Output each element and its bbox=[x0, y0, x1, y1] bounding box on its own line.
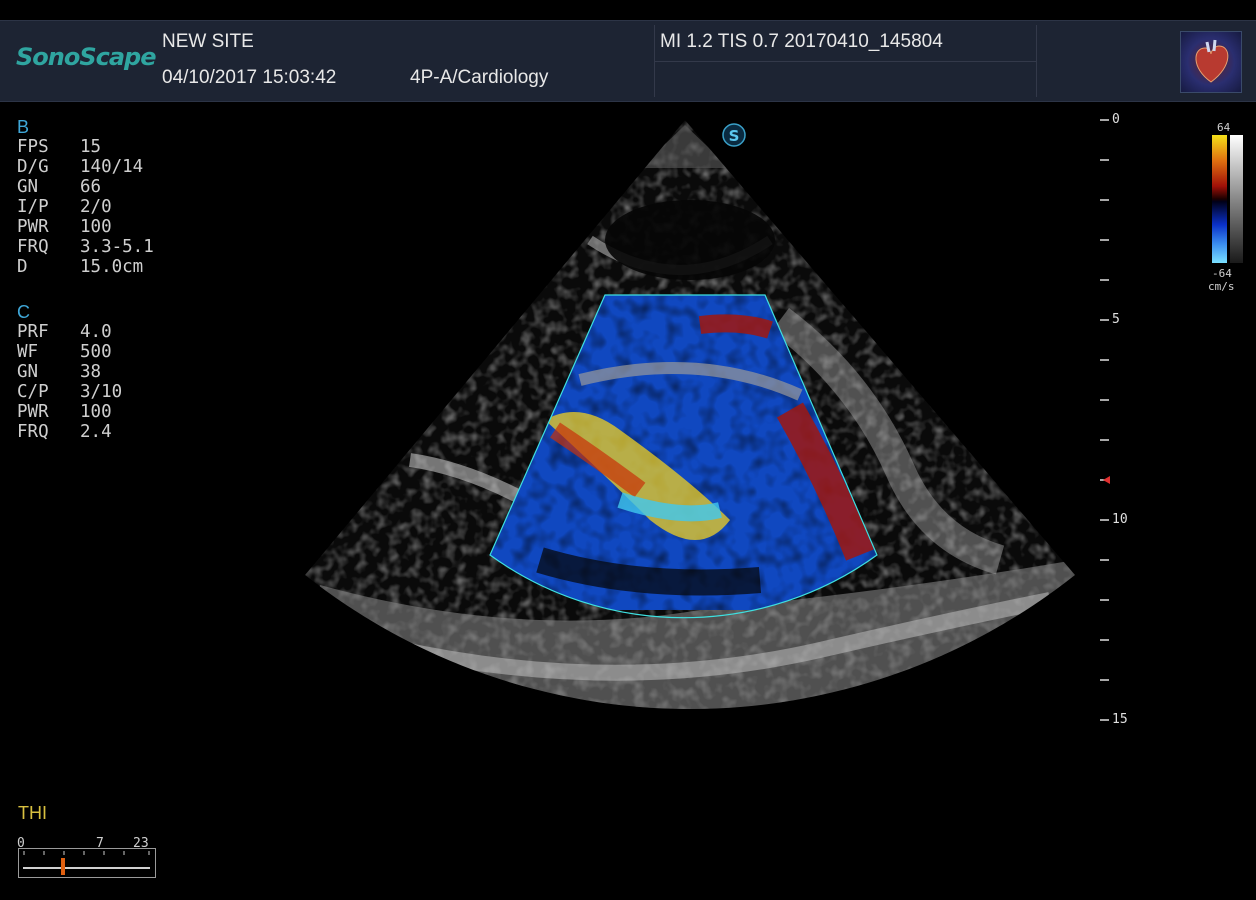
focus-marker[interactable] bbox=[1103, 476, 1110, 484]
depth-label: 15 bbox=[1112, 712, 1128, 727]
depth-label: 10 bbox=[1112, 512, 1128, 527]
depth-label: 0 bbox=[1112, 112, 1120, 127]
depth-label: 5 bbox=[1112, 312, 1120, 327]
thi-slider[interactable] bbox=[18, 848, 156, 878]
thi-slider-handle[interactable] bbox=[61, 858, 65, 875]
steer-icon-label: S bbox=[729, 127, 740, 145]
colorbar-max: 64 bbox=[1217, 121, 1231, 134]
gray-colorbar bbox=[1230, 135, 1243, 263]
steer-icon[interactable]: S bbox=[722, 123, 746, 147]
colorbar-unit: cm/s bbox=[1208, 280, 1235, 293]
depth-scale bbox=[1100, 119, 1110, 721]
velocity-colorbar bbox=[1212, 135, 1227, 263]
colorbar-min: -64 bbox=[1212, 267, 1232, 280]
thi-label: THI bbox=[18, 803, 47, 823]
ultrasound-image[interactable]: S bbox=[0, 0, 1256, 900]
